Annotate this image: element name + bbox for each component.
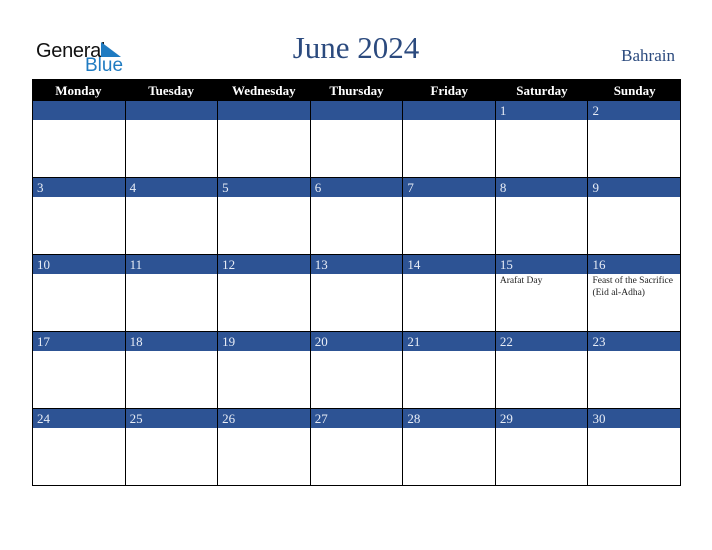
holiday-event: Feast of the Sacrifice (Eid al-Adha) [592, 276, 673, 298]
day-number: 10 [33, 255, 125, 274]
day-cell[interactable]: 11 [125, 255, 219, 331]
day-number: 14 [403, 255, 495, 274]
day-cell[interactable]: 23 [588, 332, 682, 408]
day-number: 29 [495, 409, 588, 428]
day-cell[interactable]: 30 [588, 409, 682, 485]
day-number: 15 [495, 255, 588, 274]
day-cell[interactable]: 8 [495, 178, 589, 254]
day-number: 22 [495, 332, 588, 351]
day-number: 28 [403, 409, 495, 428]
week-row: 10 11 12 13 14 15 Arafat Day 16 Feast of the Sac… [32, 255, 682, 332]
day-number: 7 [403, 178, 495, 197]
day-number: 4 [125, 178, 218, 197]
holiday-event: Arafat Day [499, 276, 543, 286]
day-cell[interactable]: 19 [218, 332, 311, 408]
day-cell[interactable] [218, 101, 311, 177]
weekday-thursday: Thursday [329, 83, 384, 98]
day-cell[interactable] [403, 101, 496, 177]
weekday-monday: Monday [55, 83, 102, 98]
day-number [310, 101, 403, 120]
day-number: 25 [125, 409, 218, 428]
day-number: 5 [218, 178, 310, 197]
day-cell[interactable]: 15 Arafat Day [495, 255, 589, 331]
weekday-wednesday: Wednesday [232, 83, 296, 98]
weekday-sunday: Sunday [613, 83, 656, 98]
day-number: 18 [125, 332, 218, 351]
day-number: 27 [310, 409, 403, 428]
day-number: 9 [588, 178, 681, 197]
weekday-header-row: Monday Tuesday Wednesday Thursday Friday Satu… [32, 79, 681, 101]
day-cell[interactable]: 10 [33, 255, 126, 331]
day-cell[interactable]: 21 [403, 332, 496, 408]
day-number: 11 [125, 255, 218, 274]
day-number: 17 [33, 332, 125, 351]
week-row: 12 [32, 101, 682, 178]
day-cell[interactable]: 14 [403, 255, 496, 331]
day-cell[interactable]: 27 [310, 409, 404, 485]
weekday-friday: Friday [430, 83, 469, 98]
day-number [33, 101, 125, 120]
day-cell[interactable]: 26 [218, 409, 311, 485]
day-cell[interactable]: 13 [310, 255, 404, 331]
day-number: 21 [403, 332, 495, 351]
day-number: 23 [588, 332, 681, 351]
week-row: 3456789 [32, 178, 682, 255]
day-number: 26 [218, 409, 310, 428]
day-number: 8 [495, 178, 588, 197]
country-label: Bahrain [621, 46, 675, 65]
day-cell[interactable]: 24 [33, 409, 126, 485]
day-cell[interactable]: 5 [218, 178, 311, 254]
week-row: 17 18 19 20 21 22 23 [32, 332, 682, 409]
day-cell[interactable] [310, 101, 404, 177]
day-cell[interactable]: 3 [33, 178, 126, 254]
day-number: 1 [495, 101, 588, 120]
day-cell[interactable]: 12 [218, 255, 311, 331]
week-row: 24 25 26 27 28 29 30 [32, 409, 682, 486]
day-cell[interactable]: 18 [125, 332, 219, 408]
day-cell[interactable] [33, 101, 126, 177]
day-cell[interactable]: 17 [33, 332, 126, 408]
day-number: 3 [33, 178, 125, 197]
day-number: 6 [310, 178, 403, 197]
day-cell[interactable]: 1 [495, 101, 589, 177]
day-cell[interactable]: 22 [495, 332, 589, 408]
day-number: 19 [218, 332, 310, 351]
day-cell[interactable] [125, 101, 219, 177]
calendar-weeks: 1 2 3 4 5 6 7 8 9 10 11 12 13 14 15 Arafat Day 16 Feast o… [32, 101, 682, 486]
day-cell[interactable]: 16 Feast of the Sacrifice (Eid al-Adha) [588, 255, 682, 331]
day-cell[interactable]: 20 [310, 332, 404, 408]
day-cell[interactable]: 9 [588, 178, 682, 254]
day-number: 24 [33, 409, 125, 428]
day-cell[interactable]: 2 [588, 101, 682, 177]
day-cell[interactable]: 25 [125, 409, 219, 485]
calendar-grid: Monday Tuesday Wednesday Thursday Friday Satu… [32, 79, 682, 486]
day-number: 12 [218, 255, 310, 274]
day-number: 16 [588, 255, 681, 274]
calendar-title: June 2024 [292, 30, 420, 65]
day-number [125, 101, 218, 120]
day-number: 13 [310, 255, 403, 274]
day-number [218, 101, 310, 120]
weekday-saturday: Saturday [516, 83, 568, 98]
day-cell[interactable]: 29 [495, 409, 589, 485]
day-cell[interactable]: 4 [125, 178, 219, 254]
weekday-tuesday: Tuesday [148, 83, 194, 98]
day-cell[interactable]: 6 [310, 178, 404, 254]
day-cell[interactable]: 28 [403, 409, 496, 485]
day-number: 30 [588, 409, 681, 428]
day-number: 20 [310, 332, 403, 351]
day-cell[interactable]: 7 [403, 178, 496, 254]
day-number [403, 101, 495, 120]
day-number: 2 [588, 101, 681, 120]
